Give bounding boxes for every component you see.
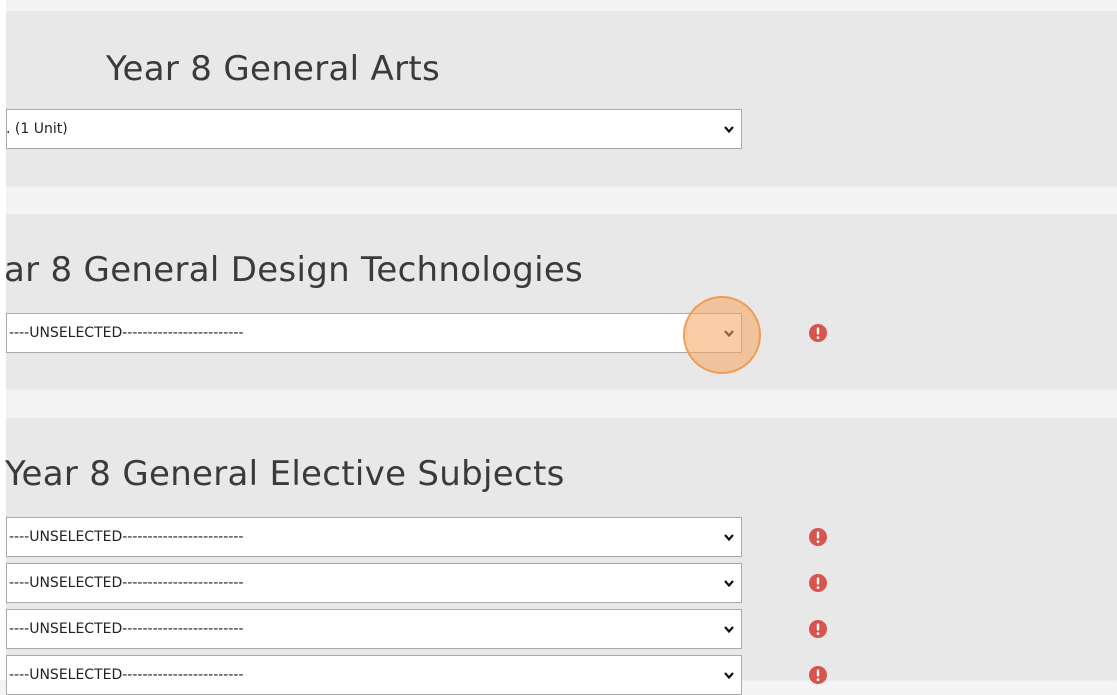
chevron-down-icon	[724, 534, 734, 542]
subject-select[interactable]: ----UNSELECTED------------------------	[6, 609, 742, 649]
error-icon	[809, 574, 827, 592]
subject-select[interactable]: ----UNSELECTED------------------------	[6, 563, 742, 603]
subject-select[interactable]: . (1 Unit)	[6, 109, 742, 149]
error-icon	[809, 528, 827, 546]
select-value: ----UNSELECTED------------------------	[9, 667, 244, 683]
section-design-technologies: ar 8 General Design Technologies ----UNS…	[4, 214, 1117, 389]
section-general-arts: Year 8 General Arts . (1 Unit)	[6, 11, 1117, 186]
chevron-down-icon	[724, 580, 734, 588]
select-value: ----UNSELECTED------------------------	[9, 529, 244, 545]
select-value: ----UNSELECTED------------------------	[9, 621, 244, 637]
section-title: Year 8 General Arts	[106, 49, 441, 89]
error-icon	[809, 324, 827, 342]
error-icon	[809, 620, 827, 638]
chevron-down-icon	[724, 626, 734, 634]
section-title: Year 8 General Elective Subjects	[5, 454, 565, 494]
select-value: . (1 Unit)	[6, 121, 68, 137]
error-icon	[809, 666, 827, 684]
section-title: ar 8 General Design Technologies	[4, 250, 584, 290]
chevron-down-icon	[724, 672, 734, 680]
subject-select[interactable]: ----UNSELECTED------------------------	[6, 313, 742, 353]
subject-select[interactable]: ----UNSELECTED------------------------	[6, 655, 742, 695]
select-value: ----UNSELECTED------------------------	[9, 325, 244, 341]
subject-select[interactable]: ----UNSELECTED------------------------	[6, 517, 742, 557]
chevron-down-icon	[724, 126, 734, 134]
select-value: ----UNSELECTED------------------------	[9, 575, 244, 591]
section-elective-subjects: Year 8 General Elective Subjects ----UNS…	[5, 418, 1117, 695]
click-highlight	[683, 296, 761, 374]
